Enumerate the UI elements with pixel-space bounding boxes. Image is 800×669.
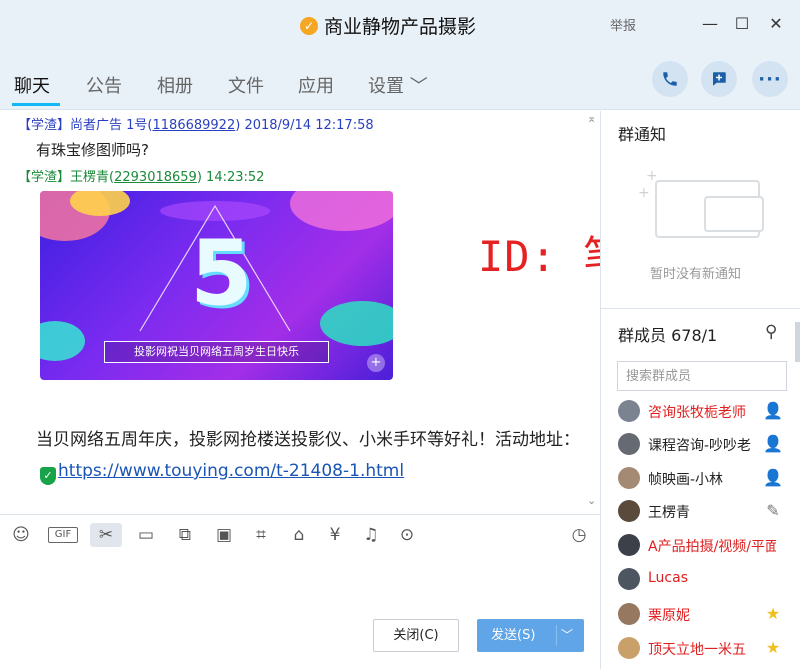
chevron-down-icon[interactable]: ﹀ <box>561 619 573 652</box>
message-time: 14:23:52 <box>206 170 265 185</box>
tab-apps[interactable]: 应用 <box>298 72 334 98</box>
member-item[interactable]: 顶天立地一米五 ★ <box>614 634 800 664</box>
send-divider <box>556 625 557 646</box>
phone-icon <box>663 72 677 86</box>
scissors-icon[interactable]: ✂ <box>90 523 122 547</box>
star-icon: ★ <box>765 604 781 623</box>
tab-album[interactable]: 相册 <box>157 72 193 98</box>
edit-icon[interactable]: ✎ <box>762 500 784 522</box>
avatar <box>618 603 640 625</box>
member-name: 课程咨询-吵吵老 <box>648 438 752 454</box>
more-dots-icon: ··· <box>758 68 782 90</box>
avatar <box>618 568 640 590</box>
decor-plus-icon: + <box>638 185 650 201</box>
member-item[interactable]: A产品拍摄/视频/平面 <box>614 531 800 561</box>
avatar <box>618 400 640 422</box>
safe-link-shield-icon: ✓ <box>40 467 56 485</box>
admin-icon: 👤 <box>763 434 783 453</box>
activity-link[interactable]: https://www.touying.com/t-21408-1.html <box>58 461 404 481</box>
scroll-up-icon[interactable]: ⌅ <box>587 112 596 125</box>
avatar <box>618 637 640 659</box>
panel-divider <box>601 308 800 309</box>
send-button[interactable]: 发送(S) ﹀ <box>477 619 584 652</box>
member-item[interactable]: 栗原妮 ★ <box>614 600 800 630</box>
message-header-1: 【学渣】尚者广告 1号(1186689922) 2018/9/14 12:17:… <box>18 118 374 133</box>
member-name: Lucas <box>648 570 688 586</box>
notice-empty-text: 暂时没有新通知 <box>650 267 742 282</box>
sender-name[interactable]: 王楞青 <box>70 170 109 185</box>
member-tag: 【学渣】 <box>18 118 71 133</box>
add-app-button[interactable] <box>701 61 737 97</box>
avatar <box>618 534 640 556</box>
tab-settings[interactable]: 设置 ﹀ <box>368 72 428 98</box>
member-item[interactable]: 咨询张牧栀老师 👤 <box>614 397 800 427</box>
admin-icon: 👤 <box>763 401 783 420</box>
banner-caption: 投影网祝当贝网络五周岁生日快乐 <box>104 341 329 363</box>
member-name: 顶天立地一米五 <box>648 642 746 658</box>
avatar <box>618 467 640 489</box>
red-packet-icon[interactable]: ¥ <box>322 523 348 547</box>
chat-plus-icon <box>713 72 726 86</box>
title-bar: ✓ 商业静物产品摄影 举报 — ☐ ✕ <box>0 0 800 50</box>
message-body: 当贝网络五周年庆，投影网抢楼送投影仪、小米手环等好礼！活动地址： <box>36 430 580 450</box>
phone-call-button[interactable] <box>652 61 688 97</box>
zoom-icon[interactable]: + <box>367 354 385 372</box>
sender-qq-link[interactable]: 2293018659 <box>114 170 197 185</box>
member-name: A产品拍摄/视频/平面 <box>648 539 776 555</box>
scrollbar[interactable] <box>795 322 800 362</box>
scroll-down-icon[interactable]: ⌄ <box>587 494 596 507</box>
active-tab-indicator <box>12 103 60 106</box>
message-image[interactable]: 5 投影网祝当贝网络五周岁生日快乐 + <box>40 191 393 380</box>
member-item[interactable]: 王楞青 ✎ <box>614 497 800 527</box>
star-icon: ★ <box>765 638 781 657</box>
more-options-button[interactable]: ··· <box>752 61 788 97</box>
tab-announcement[interactable]: 公告 <box>86 72 122 98</box>
gift-icon[interactable]: ⌂ <box>286 523 312 547</box>
avatar <box>618 433 640 455</box>
admin-icon: 👤 <box>763 468 783 487</box>
close-icon[interactable]: ✕ <box>764 12 788 36</box>
tab-chat[interactable]: 聊天 <box>14 72 50 98</box>
member-name: 咨询张牧栀老师 <box>648 405 746 421</box>
image-icon[interactable]: ▣ <box>211 523 237 547</box>
input-toolbar: ☺ GIF ✂ ▭ ⧉ ▣ ⌗ ⌂ ¥ ♫ ⊙ ◷ <box>0 514 600 554</box>
member-name: 栗原妮 <box>648 608 690 624</box>
member-name: 王楞青 <box>648 505 690 521</box>
gif-icon[interactable]: GIF <box>48 527 78 543</box>
empty-notice-illustration <box>704 196 764 232</box>
members-title: 群成员 678/1 <box>618 326 718 345</box>
search-icon[interactable]: ⚲ <box>765 322 777 342</box>
avatar <box>618 500 640 522</box>
screenshot-icon[interactable]: ⧉ <box>172 523 198 547</box>
game-icon[interactable]: ⌗ <box>248 523 274 547</box>
emoji-icon[interactable]: ☺ <box>8 523 34 547</box>
folder-icon[interactable]: ▭ <box>133 523 159 547</box>
tab-files[interactable]: 文件 <box>228 72 264 98</box>
member-item[interactable]: Lucas <box>614 565 800 595</box>
more-icon[interactable]: ⊙ <box>394 523 420 547</box>
send-label: 发送(S) <box>491 628 536 643</box>
report-link[interactable]: 举报 <box>610 15 636 34</box>
minimize-icon[interactable]: — <box>698 12 722 36</box>
group-verified-icon: ✓ <box>300 16 318 35</box>
bell-icon[interactable]: ♫ <box>358 523 384 547</box>
message-text-1: 有珠宝修图师吗? <box>36 141 149 159</box>
history-icon[interactable]: ◷ <box>566 523 592 547</box>
close-button[interactable]: 关闭(C) <box>373 619 459 652</box>
banner-number: 5 <box>190 221 253 326</box>
message-text-2: 当贝网络五周年庆，投影网抢楼送投影仪、小米手环等好礼！活动地址： ✓ https:/… <box>36 425 586 487</box>
window-title: 商业静物产品摄影 <box>324 16 477 38</box>
window-title-group: ✓ 商业静物产品摄影 <box>300 12 476 39</box>
sender-name[interactable]: 尚者广告 1号 <box>70 118 147 133</box>
member-search-input[interactable] <box>617 361 787 391</box>
member-tag: 【学渣】 <box>18 170 71 185</box>
message-time: 2018/9/14 12:17:58 <box>244 118 374 133</box>
sender-qq-link[interactable]: 1186689922 <box>153 118 236 133</box>
member-item[interactable]: 课程咨询-吵吵老 👤 <box>614 430 800 460</box>
member-item[interactable]: 帧映画-小林 👤 <box>614 464 800 494</box>
maximize-icon[interactable]: ☐ <box>730 12 754 36</box>
message-header-2: 【学渣】王楞青(2293018659) 14:23:52 <box>18 170 265 185</box>
member-name: 帧映画-小林 <box>648 472 724 488</box>
notice-title: 群通知 <box>618 125 667 144</box>
